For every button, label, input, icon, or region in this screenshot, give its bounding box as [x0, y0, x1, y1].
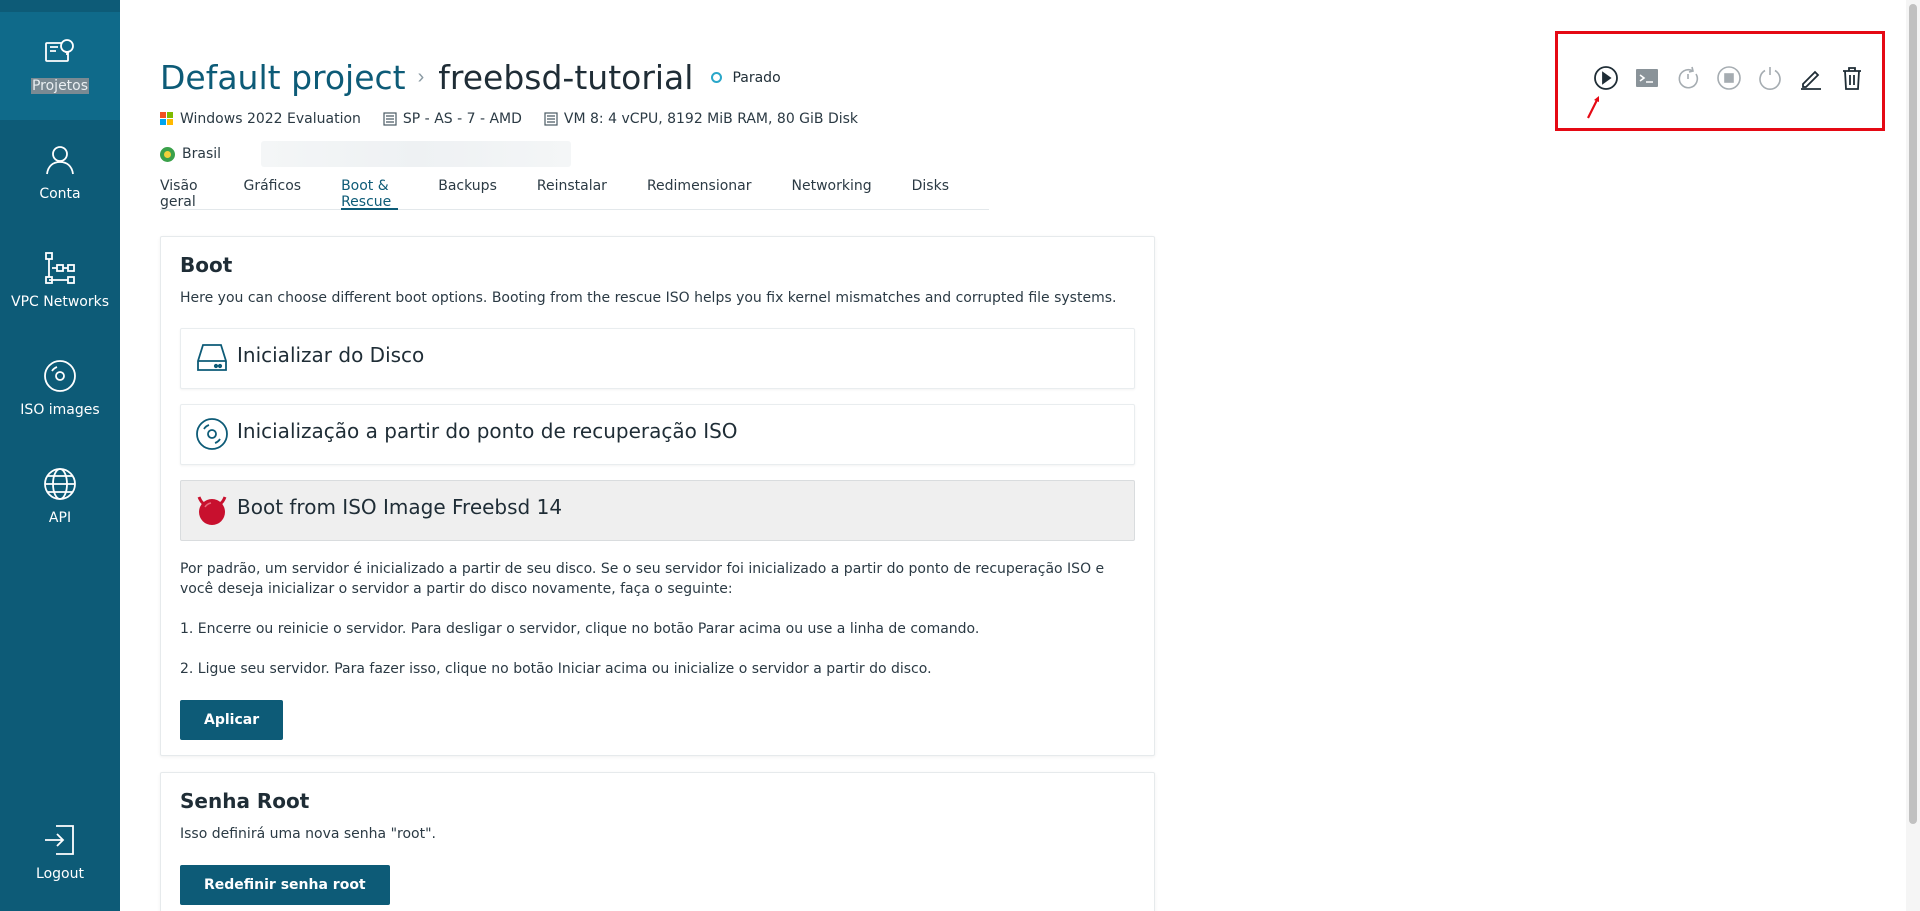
globe-icon — [44, 468, 76, 500]
power-icon — [1759, 67, 1781, 90]
sidebar-item-iso-images[interactable]: ISO images — [0, 336, 120, 444]
boot-title: Boot — [180, 253, 233, 277]
tab-reinstalar[interactable]: Reinstalar — [537, 178, 607, 210]
sidebar-item-label: API — [48, 510, 72, 526]
sidebar-item-api[interactable]: API — [0, 444, 120, 552]
sidebar: Projetos Conta VPC Networks ISO images A… — [0, 0, 120, 911]
tab-redimensionar[interactable]: Redimensionar — [647, 178, 752, 210]
scrollbar[interactable] — [1906, 0, 1920, 911]
root-password-card: Senha Root Isso definirá uma nova senha … — [160, 772, 1155, 911]
server-icon — [544, 112, 558, 126]
delete-button[interactable] — [1837, 63, 1867, 93]
boot-option-disk[interactable]: Inicializar do Disco — [180, 328, 1135, 389]
meta-os: Windows 2022 Evaluation — [160, 111, 361, 127]
breadcrumb-project-link[interactable]: Default project — [160, 58, 406, 97]
apply-button[interactable]: Aplicar — [180, 700, 284, 740]
freebsd-icon — [197, 496, 227, 525]
meta-os-label: Windows 2022 Evaluation — [180, 111, 361, 127]
boot-card: Boot Here you can choose different boot … — [160, 236, 1155, 756]
annotation-arrow-icon — [1587, 96, 1599, 119]
meta-country-label: Brasil — [182, 146, 222, 162]
sidebar-item-label: VPC Networks — [11, 294, 109, 310]
sidebar-item-label: ISO images — [20, 402, 100, 418]
sidebar-item-label: Conta — [39, 186, 81, 202]
sidebar-item-conta[interactable]: Conta — [0, 120, 120, 228]
boot-step-2: 2. Ligue seu servidor. Para fazer isso, … — [180, 661, 932, 677]
tab-backups[interactable]: Backups — [438, 178, 497, 210]
reset-root-password-button[interactable]: Redefinir senha root — [180, 865, 390, 905]
user-icon — [46, 146, 74, 175]
vm-meta: Windows 2022 Evaluation SP - AS - 7 - AM… — [160, 111, 880, 127]
sidebar-item-vpc-networks[interactable]: VPC Networks — [0, 228, 120, 336]
start-button[interactable] — [1591, 63, 1621, 93]
boot-step-1: 1. Encerre ou reinicie o servidor. Para … — [180, 621, 980, 637]
boot-option-rescue-iso[interactable]: Inicialização a partir do ponto de recup… — [180, 404, 1135, 465]
scrollbar-thumb[interactable] — [1909, 4, 1917, 824]
meta-location: SP - AS - 7 - AMD — [383, 111, 522, 127]
root-password-description: Isso definirá uma nova senha "root". — [180, 826, 436, 842]
status-indicator-icon — [711, 72, 723, 83]
tab-boot-rescue[interactable]: Boot & Rescue — [341, 178, 399, 210]
tab-graficos[interactable]: Gráficos — [244, 178, 302, 210]
breadcrumb-separator: › — [417, 66, 425, 88]
page-title: freebsd-tutorial — [438, 58, 694, 97]
reboot-icon — [1678, 66, 1699, 89]
boot-option-rescue-iso-label: Inicialização a partir do ponto de recup… — [237, 419, 738, 443]
tab-bar: Visão geral Gráficos Boot & Rescue Backu… — [160, 178, 989, 210]
stop-button[interactable] — [1714, 63, 1744, 93]
disc-icon — [44, 360, 76, 392]
server-icon — [383, 112, 397, 126]
terminal-icon — [1636, 69, 1658, 87]
reboot-button[interactable] — [1673, 63, 1703, 93]
tab-visao-geral[interactable]: Visão geral — [160, 178, 204, 210]
breadcrumb: Default project › freebsd-tutorial Parad… — [160, 58, 781, 97]
boot-description: Here you can choose different boot optio… — [180, 290, 1117, 306]
meta-location-label: SP - AS - 7 - AMD — [402, 111, 522, 127]
windows-icon — [160, 112, 173, 125]
status-badge: Parado — [732, 69, 781, 86]
root-password-title: Senha Root — [180, 789, 310, 813]
rescue-disc-icon — [196, 418, 228, 450]
edit-button[interactable] — [1796, 63, 1826, 93]
projects-icon — [45, 39, 74, 62]
sidebar-item-projetos[interactable]: Projetos — [0, 12, 120, 120]
stop-circle-icon — [1717, 66, 1741, 90]
redacted-ip — [261, 141, 572, 167]
sidebar-item-label: Projetos — [30, 78, 90, 94]
network-icon — [45, 252, 75, 284]
tab-disks[interactable]: Disks — [912, 178, 949, 210]
logout-label: Logout — [36, 866, 84, 882]
boot-option-freebsd-iso-label: Boot from ISO Image Freebsd 14 — [237, 495, 563, 519]
power-button[interactable] — [1755, 63, 1785, 93]
pencil-icon — [1801, 70, 1821, 90]
console-button[interactable] — [1632, 63, 1662, 93]
boot-option-freebsd-iso[interactable]: Boot from ISO Image Freebsd 14 — [180, 480, 1135, 541]
tab-networking[interactable]: Networking — [792, 178, 872, 210]
vm-meta-country: Brasil — [160, 141, 572, 167]
trash-icon — [1843, 67, 1861, 90]
brazil-flag-icon — [160, 146, 175, 162]
boot-option-disk-label: Inicializar do Disco — [237, 343, 425, 367]
logout-button[interactable]: Logout — [0, 800, 120, 908]
logout-icon — [45, 825, 74, 855]
hard-drive-icon — [197, 344, 227, 371]
play-circle-icon — [1594, 66, 1618, 90]
meta-specs-label: VM 8: 4 vCPU, 8192 MiB RAM, 80 GiB Disk — [563, 111, 859, 127]
meta-specs: VM 8: 4 vCPU, 8192 MiB RAM, 80 GiB Disk — [544, 111, 858, 127]
boot-paragraph: Por padrão, um servidor é inicializado a… — [180, 561, 1105, 597]
